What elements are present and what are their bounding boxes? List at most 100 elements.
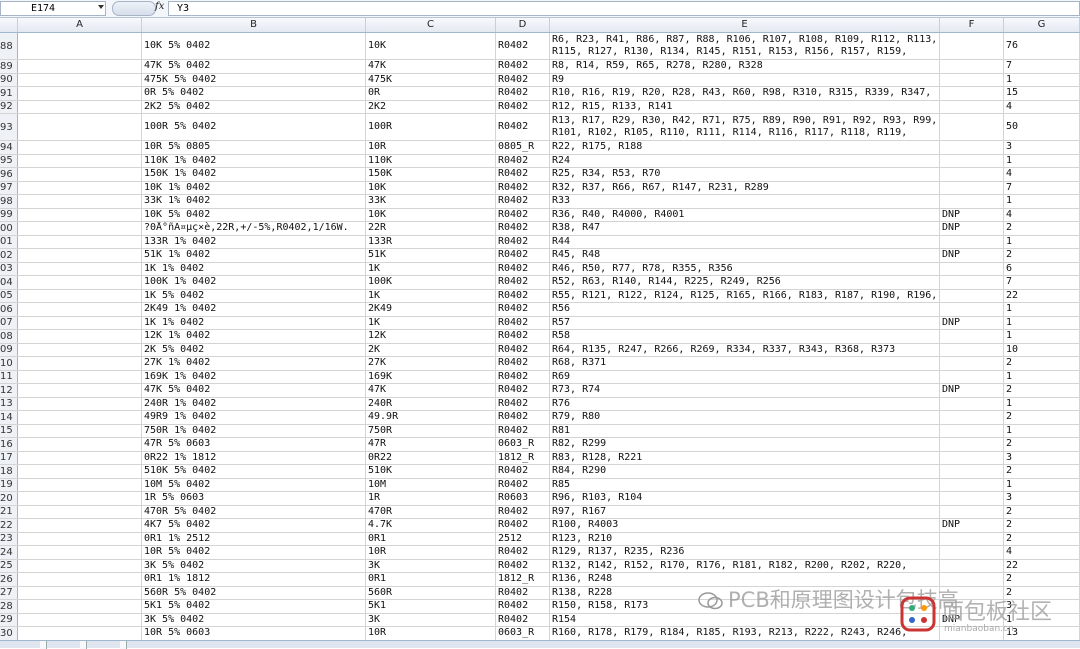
cell-b[interactable]: 10K 1% 0402 — [142, 181, 366, 194]
cell-d[interactable]: R0402 — [496, 289, 550, 302]
cell-e[interactable]: R10, R16, R19, R20, R28, R43, R60, R98, … — [550, 87, 940, 100]
cell-g[interactable]: 15 — [1004, 87, 1080, 100]
row-number[interactable]: 16 — [0, 438, 18, 451]
cell-e[interactable]: R33 — [550, 195, 940, 208]
cell-f[interactable] — [940, 357, 1004, 370]
row-number[interactable]: 13 — [0, 397, 18, 410]
cell-d[interactable]: R0402 — [496, 357, 550, 370]
cell-d[interactable]: R0402 — [496, 181, 550, 194]
cell-b[interactable]: 27K 1% 0402 — [142, 357, 366, 370]
cell-e[interactable]: R123, R210 — [550, 532, 940, 545]
cell-g[interactable]: 1 — [1004, 424, 1080, 437]
cell-e[interactable]: R44 — [550, 235, 940, 248]
cell-f[interactable] — [940, 154, 1004, 167]
cell-g[interactable]: 1 — [1004, 316, 1080, 329]
row-number[interactable]: 02 — [0, 249, 18, 262]
cell-e[interactable]: R22, R175, R188 — [550, 141, 940, 154]
cell-a[interactable] — [18, 60, 142, 73]
cell-g[interactable]: 50 — [1004, 114, 1080, 140]
cell-b[interactable]: 51K 1% 0402 — [142, 249, 366, 262]
cell-a[interactable] — [18, 627, 142, 640]
cell-c[interactable]: 0R1 — [366, 532, 496, 545]
cell-d[interactable]: R0402 — [496, 114, 550, 140]
cell-c[interactable]: 3K — [366, 613, 496, 626]
cell-a[interactable] — [18, 370, 142, 383]
row-number[interactable]: 03 — [0, 262, 18, 275]
cell-a[interactable] — [18, 195, 142, 208]
cell-e[interactable]: R57 — [550, 316, 940, 329]
cell-e[interactable]: R52, R63, R140, R144, R225, R249, R256 — [550, 276, 940, 289]
column-header-e[interactable]: E — [550, 18, 940, 32]
cell-a[interactable] — [18, 154, 142, 167]
cell-e[interactable]: R9 — [550, 73, 940, 86]
cell-a[interactable] — [18, 586, 142, 599]
row-number[interactable]: 05 — [0, 289, 18, 302]
cell-g[interactable]: 2 — [1004, 465, 1080, 478]
cell-b[interactable]: 2K49 1% 0402 — [142, 303, 366, 316]
cell-e[interactable]: R82, R299 — [550, 438, 940, 451]
cell-a[interactable] — [18, 451, 142, 464]
cell-d[interactable]: R0402 — [496, 262, 550, 275]
cell-f[interactable] — [940, 465, 1004, 478]
cell-f[interactable]: DNP — [940, 249, 1004, 262]
cell-c[interactable]: 3K — [366, 559, 496, 572]
formula-input[interactable]: Y3 — [168, 1, 1080, 16]
cell-a[interactable] — [18, 330, 142, 343]
row-number[interactable]: 09 — [0, 343, 18, 356]
row-number[interactable]: 18 — [0, 465, 18, 478]
cell-b[interactable]: ?0Å°ñÃ¤µç×è,22R,+/-5%,R0402,1/16W. — [142, 222, 366, 235]
cell-d[interactable]: R0402 — [496, 424, 550, 437]
cell-c[interactable]: 1K — [366, 289, 496, 302]
cell-d[interactable]: R0402 — [496, 505, 550, 518]
cell-a[interactable] — [18, 546, 142, 559]
cell-a[interactable] — [18, 532, 142, 545]
cell-e[interactable]: R13, R17, R29, R30, R42, R71, R75, R89, … — [550, 114, 940, 140]
cell-e[interactable]: R76 — [550, 397, 940, 410]
cell-d[interactable]: R0402 — [496, 208, 550, 221]
row-number[interactable]: 06 — [0, 303, 18, 316]
cell-g[interactable]: 2 — [1004, 505, 1080, 518]
cell-e[interactable]: R38, R47 — [550, 222, 940, 235]
cell-b[interactable]: 470R 5% 0402 — [142, 505, 366, 518]
cell-f[interactable] — [940, 505, 1004, 518]
cell-b[interactable]: 33K 1% 0402 — [142, 195, 366, 208]
cell-b[interactable]: 100K 1% 0402 — [142, 276, 366, 289]
cell-f[interactable] — [940, 411, 1004, 424]
cell-f[interactable] — [940, 424, 1004, 437]
cell-c[interactable]: 10R — [366, 141, 496, 154]
row-number[interactable]: 92 — [0, 100, 18, 113]
cell-b[interactable]: 0R1 1% 1812 — [142, 573, 366, 586]
row-number[interactable]: 12 — [0, 384, 18, 397]
cell-b[interactable]: 10R 5% 0805 — [142, 141, 366, 154]
cell-d[interactable]: R0402 — [496, 87, 550, 100]
cell-a[interactable] — [18, 559, 142, 572]
cell-c[interactable]: 110K — [366, 154, 496, 167]
cell-b[interactable]: 110K 1% 0402 — [142, 154, 366, 167]
function-icon[interactable]: fx — [155, 1, 164, 12]
cell-f[interactable] — [940, 100, 1004, 113]
cell-c[interactable]: 47K — [366, 60, 496, 73]
cell-e[interactable]: R58 — [550, 330, 940, 343]
column-header-a[interactable]: A — [18, 18, 142, 32]
cell-d[interactable]: R0402 — [496, 195, 550, 208]
row-number[interactable]: 11 — [0, 370, 18, 383]
cell-e[interactable]: R84, R290 — [550, 465, 940, 478]
cell-g[interactable]: 6 — [1004, 262, 1080, 275]
cell-f[interactable] — [940, 195, 1004, 208]
cell-f[interactable] — [940, 114, 1004, 140]
cell-c[interactable]: 750R — [366, 424, 496, 437]
cell-e[interactable]: R25, R34, R53, R70 — [550, 168, 940, 181]
cell-f[interactable] — [940, 478, 1004, 491]
cell-f[interactable] — [940, 438, 1004, 451]
cell-b[interactable]: 2K 5% 0402 — [142, 343, 366, 356]
cell-b[interactable]: 3K 5% 0402 — [142, 559, 366, 572]
row-number[interactable]: 23 — [0, 532, 18, 545]
cell-b[interactable]: 1R 5% 0603 — [142, 492, 366, 505]
cell-c[interactable]: 10K — [366, 181, 496, 194]
cell-a[interactable] — [18, 316, 142, 329]
cell-a[interactable] — [18, 33, 142, 59]
cell-d[interactable]: R0402 — [496, 276, 550, 289]
cell-d[interactable]: R0402 — [496, 316, 550, 329]
cell-c[interactable]: 49.9R — [366, 411, 496, 424]
cell-c[interactable]: 150K — [366, 168, 496, 181]
